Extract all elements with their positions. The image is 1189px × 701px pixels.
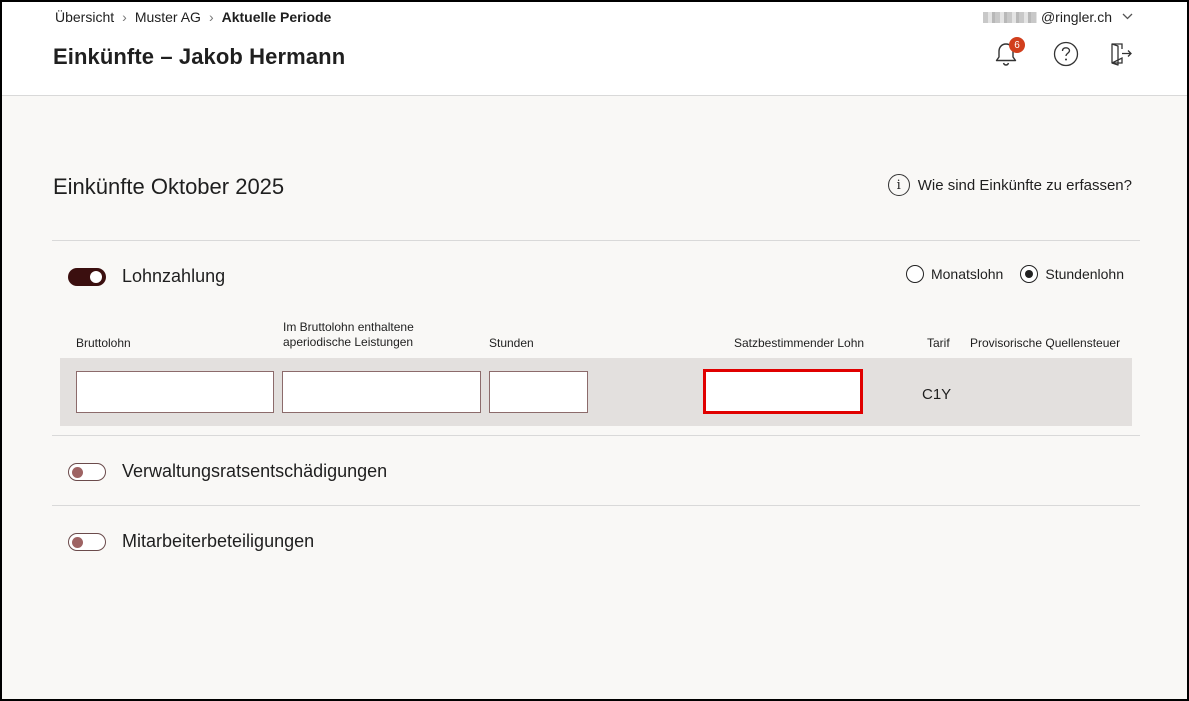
radio-button[interactable]	[1020, 265, 1039, 283]
header: Übersicht › Muster AG › Aktuelle Periode…	[2, 2, 1187, 96]
radio-monatslohn[interactable]: Monatslohn	[905, 265, 1004, 283]
radio-stundenlohn[interactable]: Stundenlohn	[1020, 265, 1124, 283]
page-title: Einkünfte – Jakob Hermann	[53, 44, 346, 69]
breadcrumb-item-uebersicht[interactable]: Übersicht	[55, 9, 114, 25]
user-menu[interactable]: @ringler.ch	[982, 9, 1133, 25]
lohnzahlung-label: Lohnzahlung	[122, 266, 226, 286]
chevron-down-icon	[1122, 11, 1133, 23]
help-icon	[1053, 41, 1079, 72]
breadcrumb: Übersicht › Muster AG › Aktuelle Periode	[55, 9, 331, 25]
mitarbeiterbeteiligungen-label: Mitarbeiterbeteiligungen	[122, 531, 315, 551]
mitarbeiterbeteiligungen-toggle[interactable]	[68, 532, 106, 551]
breadcrumb-separator-icon: ›	[208, 9, 214, 25]
breadcrumb-separator-icon: ›	[122, 9, 127, 25]
breadcrumb-current: Aktuelle Periode	[221, 9, 332, 25]
stunden-input[interactable]	[489, 371, 588, 413]
lohnzahlung-row: Lohnzahlung	[68, 266, 225, 287]
email-redacted	[982, 11, 1037, 23]
col-tarif: Tarif	[927, 336, 950, 350]
logout-icon	[1108, 41, 1134, 72]
mitarbeiterbeteiligungen-row: Mitarbeiterbeteiligungen	[68, 531, 314, 552]
col-aperiodisch-line1: Im Bruttolohn enthaltene	[283, 320, 414, 334]
bruttolohn-input[interactable]	[76, 371, 274, 413]
verwaltungsrat-row: Verwaltungsratsentschädigungen	[68, 461, 387, 482]
radio-button[interactable]	[905, 265, 924, 283]
radio-label: Stundenlohn	[1045, 266, 1124, 282]
lohnzahlung-toggle[interactable]	[68, 267, 106, 286]
divider	[52, 240, 1140, 241]
divider	[52, 505, 1140, 506]
info-icon: i	[887, 174, 910, 196]
logout-button[interactable]	[1107, 42, 1135, 70]
section-title: Einkünfte Oktober 2025	[53, 174, 285, 199]
verwaltungsrat-toggle[interactable]	[68, 462, 106, 481]
tarif-value: C1Y	[922, 386, 952, 403]
aperiodisch-input[interactable]	[282, 371, 481, 413]
user-email: @ringler.ch	[1040, 9, 1112, 25]
notification-badge: 6	[1009, 37, 1025, 53]
pay-type-radio-group: Monatslohn Stundenlohn	[905, 265, 1124, 283]
col-satzbestimmend: Satzbestimmender Lohn	[734, 336, 865, 350]
notifications-button[interactable]: 6	[992, 37, 1025, 70]
radio-label: Monatslohn	[930, 266, 1004, 282]
col-aperiodisch-line2: aperiodische Leistungen	[283, 335, 414, 349]
divider	[52, 435, 1140, 436]
app-window: Übersicht › Muster AG › Aktuelle Periode…	[0, 0, 1189, 701]
col-bruttolohn: Bruttolohn	[76, 336, 131, 350]
help-button[interactable]	[1052, 41, 1080, 72]
help-link[interactable]: i Wie sind Einkünfte zu erfassen?	[887, 174, 1132, 196]
col-quellensteuer: Provisorische Quellensteuer	[970, 336, 1121, 350]
help-link-label: Wie sind Einkünfte zu erfassen?	[917, 176, 1132, 194]
satzbestimmend-input[interactable]	[703, 369, 863, 414]
col-stunden: Stunden	[489, 336, 534, 350]
verwaltungsrat-label: Verwaltungsratsentschädigungen	[122, 461, 388, 481]
col-aperiodisch: Im Bruttolohn enthaltene aperiodische Le…	[283, 320, 414, 350]
breadcrumb-item-muster-ag[interactable]: Muster AG	[135, 9, 201, 25]
